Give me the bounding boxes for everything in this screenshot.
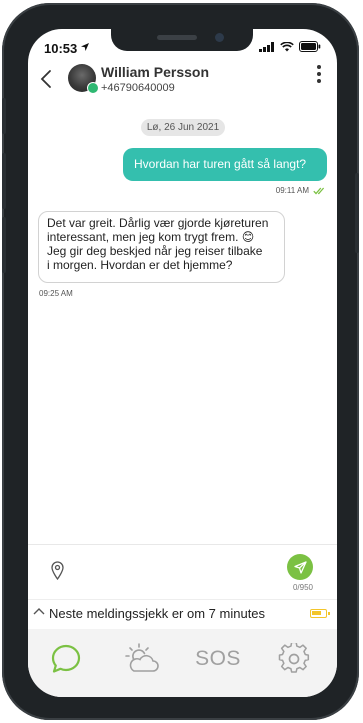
tab-messages[interactable]	[46, 639, 86, 679]
chat-header: William Persson +46790640009	[28, 59, 337, 101]
char-counter: 0/950	[292, 583, 313, 592]
back-chevron-icon[interactable]	[40, 69, 52, 89]
status-icons	[259, 41, 321, 52]
sos-label: SOS	[195, 647, 241, 670]
incoming-line: interessant, men jeg kom trygt frem. 😊	[47, 230, 255, 244]
more-options-icon[interactable]	[317, 65, 321, 83]
read-receipt-icon	[313, 187, 325, 194]
message-check-bar[interactable]: Neste meldingssjekk er om 7 minutes	[28, 599, 337, 627]
send-icon	[293, 560, 307, 574]
incoming-message[interactable]: Det var greit. Dårlig vær gjorde kjøretu…	[38, 211, 285, 283]
weather-icon	[125, 643, 159, 672]
wifi-icon	[280, 41, 294, 51]
power-button	[355, 173, 359, 253]
signal-icon	[259, 41, 274, 52]
gear-icon	[278, 643, 310, 673]
phone-frame: 10:53 William Persson +46790640009 Lø, 2…	[2, 3, 359, 720]
silent-switch	[2, 98, 6, 134]
battery-icon	[299, 41, 321, 52]
location-arrow-icon	[81, 43, 89, 51]
chevron-up-icon[interactable]	[33, 607, 45, 615]
contact-name[interactable]: William Persson	[101, 64, 209, 80]
outgoing-message[interactable]: Hvordan har turen gått så langt?	[123, 148, 327, 181]
speaker	[157, 35, 197, 40]
incoming-line: i morgen. Hvordan er det hjemme?	[47, 258, 233, 272]
incoming-time: 09:25 AM	[39, 289, 73, 298]
location-pin-icon[interactable]	[51, 561, 64, 580]
online-badge-icon	[87, 82, 99, 94]
front-camera	[215, 33, 224, 42]
tab-sos[interactable]: SOS	[195, 639, 241, 679]
outgoing-time: 09:11 AM	[275, 186, 309, 195]
contact-phone: +46790640009	[101, 82, 175, 94]
incoming-line: Det var greit. Dårlig vær gjorde kjøretu…	[47, 216, 269, 230]
status-time: 10:53	[44, 41, 78, 56]
avatar[interactable]	[68, 64, 99, 94]
volume-down-button	[2, 217, 6, 273]
next-check-text: Neste meldingssjekk er om 7 minutes	[49, 606, 266, 621]
incoming-line: Jeg gir deg beskjed når jeg reiser tilba…	[47, 244, 263, 258]
device-battery-icon	[310, 609, 330, 618]
date-separator: Lø, 26 Jun 2021	[141, 119, 225, 136]
composer: 0/950	[28, 544, 337, 592]
send-button[interactable]	[287, 554, 313, 580]
notch	[111, 29, 253, 51]
message-list[interactable]: Lø, 26 Jun 2021 Hvordan har turen gått s…	[28, 101, 337, 541]
tab-bar: SOS	[28, 629, 337, 697]
outgoing-meta: 09:11 AM	[276, 186, 327, 195]
volume-up-button	[2, 153, 6, 209]
tab-weather[interactable]	[123, 639, 163, 679]
chat-bubble-icon	[51, 644, 81, 673]
tab-settings[interactable]	[274, 639, 314, 679]
screen: 10:53 William Persson +46790640009 Lø, 2…	[28, 29, 337, 697]
